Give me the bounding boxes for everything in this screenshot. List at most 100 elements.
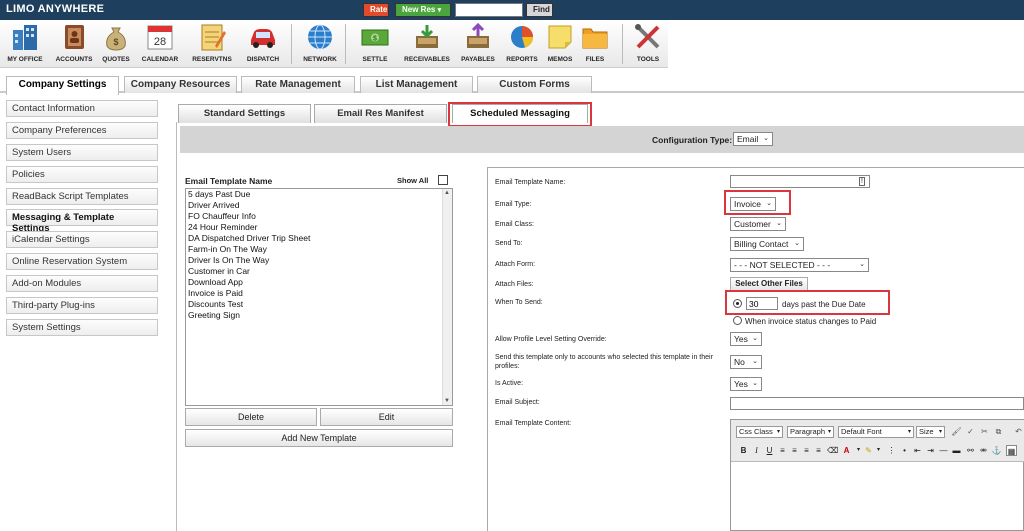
format-brush-icon[interactable]: 🖌 — [951, 426, 962, 437]
when-status-paid-label: When invoice status changes to Paid — [745, 317, 877, 326]
tool-tools[interactable]: TOOLS — [623, 22, 673, 63]
when-status-paid-radio[interactable] — [733, 316, 742, 325]
attach-form-label: Attach Form: — [495, 261, 536, 268]
override-select[interactable]: Yes ⌄ — [730, 332, 762, 346]
outdent-icon[interactable]: ⇤ — [912, 445, 923, 456]
list-item[interactable]: 5 days Past Due — [186, 189, 452, 200]
tab-company-resources[interactable]: Company Resources — [124, 76, 237, 93]
rich-text-editor[interactable]: Css Class ▾ Paragraph ▾ Default Font ▾ Size… — [730, 419, 1024, 531]
sidebar-item-contact-information[interactable]: Contact Information — [6, 100, 158, 117]
spellcheck-icon[interactable]: ✓ — [965, 426, 976, 437]
notepad-icon — [201, 24, 226, 51]
sidebar-item-messaging-template-settings[interactable]: Messaging & Template Settings — [6, 209, 158, 234]
scroll-down-icon[interactable]: ▼ — [444, 398, 450, 404]
sidebar-item-company-preferences[interactable]: Company Preferences — [6, 122, 158, 139]
tool-quotes[interactable]: $ QUOTES — [91, 22, 141, 63]
rate-button[interactable]: Rate — [363, 3, 389, 17]
email-class-select[interactable]: Customer ⌄ — [730, 217, 786, 231]
send-only-select[interactable]: No ⌄ — [730, 355, 762, 369]
email-template-name-input[interactable]: ! — [730, 175, 870, 188]
copy-icon[interactable]: ⧉ — [993, 426, 1004, 437]
anchor-icon[interactable]: ⚓ — [991, 445, 1002, 456]
chevron-down-icon: ⌄ — [752, 358, 758, 365]
link-icon[interactable]: ⚯ — [965, 445, 976, 456]
attach-form-select[interactable]: - - - NOT SELECTED - - - ⌄ — [730, 258, 869, 272]
list-item[interactable]: Customer in Car — [186, 266, 452, 277]
tab-list-management[interactable]: List Management — [360, 76, 473, 93]
numbered-list-icon[interactable]: ⋮ — [886, 445, 897, 456]
list-item[interactable]: Invoice is Paid — [186, 288, 452, 299]
edit-button[interactable]: Edit — [320, 408, 453, 426]
new-res-button[interactable]: New Res ▾ — [395, 3, 451, 17]
email-class-value: Customer — [734, 219, 771, 229]
bold-icon[interactable]: B — [738, 445, 749, 456]
cut-icon[interactable]: ✂ — [979, 426, 990, 437]
indent-icon[interactable]: ⇥ — [925, 445, 936, 456]
tool-my-office[interactable]: MY OFFICE — [0, 22, 50, 63]
font-select[interactable]: Default Font ▾ — [838, 426, 914, 438]
underline-icon[interactable]: U — [764, 445, 775, 456]
align-center-icon[interactable]: ≡ — [789, 445, 800, 456]
paragraph-select[interactable]: Paragraph ▾ — [787, 426, 834, 438]
tool-network[interactable]: NETWORK — [295, 22, 345, 63]
bullet-list-icon[interactable]: • — [899, 445, 910, 456]
sidebar-item-system-users[interactable]: System Users — [6, 144, 158, 161]
size-select[interactable]: Size ▾ — [916, 426, 945, 438]
email-type-label: Email Type: — [495, 201, 532, 208]
list-item[interactable]: Farm-in On The Way — [186, 244, 452, 255]
horizontal-rule-icon[interactable]: ― — [938, 445, 949, 456]
sidebar-item-system-settings[interactable]: System Settings — [6, 319, 158, 336]
list-item[interactable]: Driver Arrived — [186, 200, 452, 211]
tool-calendar[interactable]: 28 CALENDAR — [135, 22, 185, 63]
tab-rate-management[interactable]: Rate Management — [241, 76, 355, 93]
delete-button[interactable]: Delete — [185, 408, 317, 426]
tool-dispatch[interactable]: DISPATCH — [238, 22, 288, 63]
undo-icon[interactable]: ↶ — [1013, 426, 1024, 437]
add-new-template-button[interactable]: Add New Template — [185, 429, 453, 447]
italic-icon[interactable]: I — [751, 445, 762, 456]
sidebar-item-third-party-plug-ins[interactable]: Third-party Plug-ins — [6, 297, 158, 314]
tab-standard-settings[interactable]: Standard Settings — [178, 104, 311, 123]
list-item[interactable]: FO Chauffeur Info — [186, 211, 452, 222]
tool-payables[interactable]: PAYABLES — [453, 22, 503, 63]
email-subject-input[interactable] — [730, 397, 1024, 410]
chevron-down-icon[interactable]: ▾ — [873, 445, 884, 456]
is-active-select[interactable]: Yes ⌄ — [730, 377, 762, 391]
template-list[interactable]: 5 days Past Due Driver Arrived FO Chauff… — [185, 188, 453, 406]
template-list-scrollbar[interactable]: ▲ ▼ — [442, 189, 452, 405]
sidebar-item-readback-script-templates[interactable]: ReadBack Script Templates — [6, 188, 158, 205]
list-item[interactable]: Driver Is On The Way — [186, 255, 452, 266]
list-item[interactable]: DA Dispatched Driver Trip Sheet — [186, 233, 452, 244]
font-color-icon[interactable]: A — [841, 445, 852, 456]
tool-settle[interactable]: $ SETTLE — [350, 22, 400, 63]
configuration-type-select[interactable]: Email ⌄ — [733, 132, 773, 146]
table-icon[interactable]: ▦ — [1006, 445, 1017, 456]
list-item[interactable]: Greeting Sign — [186, 310, 452, 321]
justify-icon[interactable]: ≡ — [813, 445, 824, 456]
eraser-icon[interactable]: ⌫ — [827, 445, 838, 456]
sidebar-item-policies[interactable]: Policies — [6, 166, 158, 183]
sidebar-item-icalendar-settings[interactable]: iCalendar Settings — [6, 231, 158, 248]
paragraph-break-icon[interactable]: ▬ — [951, 445, 962, 456]
tab-custom-forms[interactable]: Custom Forms — [477, 76, 592, 93]
tab-email-res-manifest[interactable]: Email Res Manifest — [314, 104, 447, 123]
find-button[interactable]: Find — [526, 3, 553, 17]
css-class-select[interactable]: Css Class ▾ — [736, 426, 783, 438]
list-item[interactable]: Download App — [186, 277, 452, 288]
scroll-up-icon[interactable]: ▲ — [444, 190, 450, 196]
align-right-icon[interactable]: ≡ — [801, 445, 812, 456]
select-other-files-button[interactable]: Select Other Files — [730, 277, 808, 291]
list-item[interactable]: Discounts Test — [186, 299, 452, 310]
tab-company-settings[interactable]: Company Settings — [6, 76, 119, 95]
search-input[interactable] — [455, 3, 523, 17]
unlink-icon[interactable]: ⚮ — [978, 445, 989, 456]
tool-receivables[interactable]: RECEIVABLES — [402, 22, 452, 63]
tool-reservations[interactable]: RESERVTNS — [187, 22, 237, 63]
align-left-icon[interactable]: ≡ — [777, 445, 788, 456]
sidebar-item-add-on-modules[interactable]: Add-on Modules — [6, 275, 158, 292]
list-item[interactable]: 24 Hour Reminder — [186, 222, 452, 233]
sidebar-item-online-reservation-system[interactable]: Online Reservation System — [6, 253, 158, 270]
show-all-checkbox[interactable] — [438, 175, 448, 185]
send-to-select[interactable]: Billing Contact ⌄ — [730, 237, 804, 251]
tool-files[interactable]: FILES — [570, 22, 620, 63]
